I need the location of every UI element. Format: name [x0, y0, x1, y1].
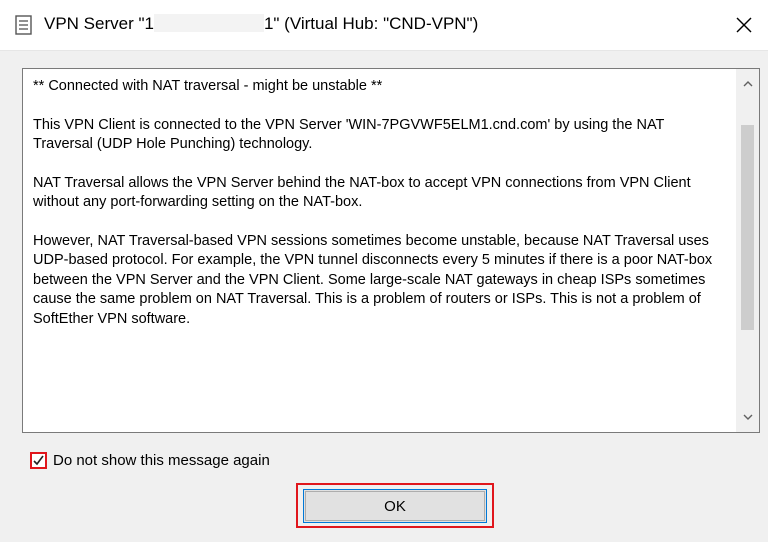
scroll-down-button[interactable] [737, 406, 759, 428]
window-title-prefix: VPN Server "1 [44, 14, 154, 33]
scroll-thumb[interactable] [741, 125, 754, 330]
window-title-suffix: 1" (Virtual Hub: "CND-VPN") [263, 14, 479, 33]
dialog-window: VPN Server "1 1" (Virtual Hub: "CND-VPN")… [0, 0, 768, 542]
dont-show-again-row: Do not show this message again [30, 452, 270, 469]
scroll-up-button[interactable] [737, 73, 759, 95]
redacted-region [153, 14, 264, 32]
checkmark-icon [33, 455, 44, 466]
message-text: ** Connected with NAT traversal - might … [33, 77, 723, 348]
vertical-scrollbar[interactable] [736, 69, 759, 432]
close-button[interactable] [720, 0, 768, 50]
message-paragraph: NAT Traversal allows the VPN Server behi… [33, 174, 691, 211]
window-title: VPN Server "1 1" (Virtual Hub: "CND-VPN") [44, 14, 478, 34]
chevron-down-icon [743, 414, 753, 420]
close-icon [736, 17, 752, 33]
message-paragraph: ** Connected with NAT traversal - might … [33, 78, 383, 94]
message-paragraph: However, NAT Traversal-based VPN session… [33, 232, 713, 327]
chevron-up-icon [743, 81, 753, 87]
dont-show-again-label[interactable]: Do not show this message again [53, 452, 270, 469]
message-textbox[interactable]: ** Connected with NAT traversal - might … [22, 68, 760, 433]
ok-button[interactable]: OK [303, 489, 487, 523]
message-paragraph: This VPN Client is connected to the VPN … [33, 116, 665, 153]
title-bar[interactable]: VPN Server "1 1" (Virtual Hub: "CND-VPN") [0, 0, 768, 51]
document-icon [14, 15, 34, 35]
dont-show-again-checkbox[interactable] [30, 452, 47, 469]
